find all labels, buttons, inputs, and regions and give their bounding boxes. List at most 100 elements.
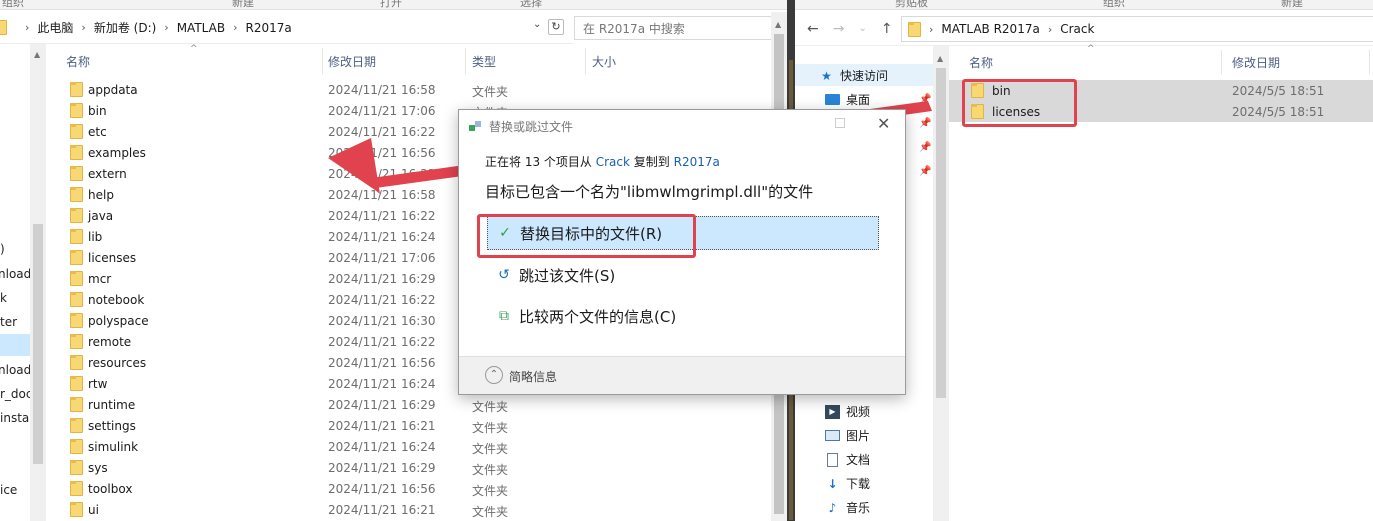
- breadcrumb-r2017a[interactable]: R2017a: [245, 21, 291, 35]
- fewer-details-toggle[interactable]: 简略信息: [509, 368, 557, 385]
- modified-date: 2024/11/21 16:21: [328, 419, 436, 433]
- nav-item-fragment[interactable]: ter: [0, 315, 17, 329]
- left-address-bar[interactable]: › 此电脑 › 新加卷 (D:) › MATLAB › R2017a ⌄ ↻: [0, 12, 574, 44]
- nav-item-label: 视频: [846, 405, 871, 419]
- source-folder-link[interactable]: Crack: [596, 155, 630, 169]
- right-nav-scrollbar[interactable]: ▲: [933, 46, 949, 521]
- address-path[interactable]: › MATLAB R2017a › Crack: [901, 16, 1373, 42]
- close-icon[interactable]: ✕: [877, 114, 890, 133]
- column-divider[interactable]: [322, 48, 323, 74]
- pin-icon[interactable]: 📌: [919, 94, 931, 105]
- column-divider[interactable]: [465, 48, 466, 74]
- chevron-right-icon[interactable]: ›: [929, 23, 933, 36]
- refresh-icon[interactable]: ↻: [548, 19, 564, 35]
- folder-icon: [70, 250, 83, 265]
- file-name: resources: [88, 356, 147, 370]
- nav-item-label: 音乐: [846, 501, 871, 515]
- folder-icon: [70, 166, 83, 181]
- nav-item-music[interactable]: ♪ 音乐: [825, 499, 870, 516]
- column-header-name[interactable]: 名称: [969, 54, 993, 71]
- scroll-up-icon[interactable]: ▲: [34, 50, 40, 59]
- modified-date: 2024/11/21 16:22: [328, 125, 436, 139]
- chevron-down-icon[interactable]: ⌄: [858, 23, 866, 34]
- scrollbar-thumb[interactable]: [936, 68, 946, 398]
- folder-icon: [70, 103, 83, 118]
- chevron-right-icon[interactable]: ›: [1048, 23, 1052, 36]
- table-row[interactable]: appdata 2024/11/21 16:58 文件夹: [46, 79, 772, 100]
- modified-date: 2024/11/21 16:22: [328, 293, 436, 307]
- table-row[interactable]: simulink 2024/11/21 16:24 文件夹: [46, 436, 772, 457]
- chevron-right-icon[interactable]: ›: [81, 21, 85, 34]
- breadcrumb-drive[interactable]: 新加卷 (D:): [94, 19, 156, 36]
- nav-item-fragment[interactable]: instal: [0, 411, 33, 425]
- folder-icon: [70, 334, 83, 349]
- modified-date: 2024/11/21 16:58: [328, 83, 436, 97]
- nav-item-fragment[interactable]: nload: [0, 267, 31, 281]
- column-header-name[interactable]: 名称: [66, 53, 90, 70]
- breadcrumb-this-pc[interactable]: 此电脑: [37, 19, 73, 36]
- column-divider[interactable]: [585, 48, 586, 74]
- column-divider[interactable]: [1221, 50, 1222, 74]
- chevron-down-icon[interactable]: ⌄: [533, 19, 541, 30]
- compare-files-option[interactable]: ⧉ 比较两个文件的信息(C): [487, 299, 879, 333]
- table-row[interactable]: sys 2024/11/21 16:29 文件夹: [46, 457, 772, 478]
- table-row[interactable]: runtime 2024/11/21 16:29 文件夹: [46, 394, 772, 415]
- file-name: settings: [88, 419, 136, 433]
- modified-date: 2024/11/21 17:06: [328, 251, 436, 265]
- modified-date: 2024/11/21 16:24: [328, 230, 436, 244]
- folder-icon: [70, 355, 83, 370]
- nav-item-quick-access[interactable]: ★ 快速访问: [819, 67, 888, 84]
- progress-prefix: 正在将 13 个项目从: [485, 155, 592, 169]
- nav-item-fragment[interactable]: k: [0, 291, 7, 305]
- modified-date: 2024/11/21 17:06: [328, 104, 436, 118]
- search-input[interactable]: 在 R2017a 中搜索: [574, 16, 781, 40]
- nav-item-fragment[interactable]: ice: [0, 483, 17, 497]
- forward-arrow-icon[interactable]: →: [833, 21, 845, 37]
- breadcrumb-crack[interactable]: Crack: [1060, 22, 1094, 36]
- nav-item-videos[interactable]: ▶ 视频: [825, 403, 870, 420]
- breadcrumb-matlab[interactable]: MATLAB: [177, 21, 225, 35]
- scroll-up-icon[interactable]: ▲: [937, 54, 943, 63]
- skip-file-option[interactable]: ↺ 跳过该文件(S): [487, 258, 879, 292]
- column-header-type[interactable]: 类型: [472, 53, 496, 70]
- chevron-right-icon[interactable]: ›: [233, 21, 237, 34]
- up-arrow-icon[interactable]: ↑: [881, 21, 893, 37]
- ribbon-group-label: 组织: [2, 0, 24, 9]
- chevron-up-icon[interactable]: ⌃: [485, 366, 503, 384]
- column-header-date[interactable]: 修改日期: [328, 53, 376, 70]
- nav-item-fragment[interactable]: nload: [0, 363, 31, 377]
- nav-item-downloads[interactable]: ↓ 下载: [825, 475, 870, 492]
- modified-date: 2024/5/5 18:51: [1232, 105, 1325, 119]
- pin-icon[interactable]: 📌: [919, 142, 931, 153]
- file-type: 文件夹: [472, 484, 509, 498]
- modified-date: 2024/11/21 16:29: [328, 398, 436, 412]
- pin-icon[interactable]: 📌: [919, 166, 931, 177]
- table-row[interactable]: settings 2024/11/21 16:21 文件夹: [46, 415, 772, 436]
- chevron-right-icon[interactable]: ›: [164, 21, 168, 34]
- nav-item-desktop[interactable]: 桌面: [825, 91, 870, 108]
- desktop-icon: [825, 94, 840, 105]
- scrollbar-thumb[interactable]: [33, 224, 43, 464]
- nav-item-fragment[interactable]: ): [0, 242, 5, 256]
- minimize-icon[interactable]: [835, 118, 845, 128]
- nav-item-documents[interactable]: 文档: [825, 451, 870, 468]
- folder-icon: [70, 292, 83, 307]
- nav-item-pictures[interactable]: 图片: [825, 427, 870, 444]
- table-row[interactable]: toolbox 2024/11/21 16:56 文件夹: [46, 478, 772, 499]
- nav-item-label: 桌面: [846, 93, 871, 107]
- breadcrumb-matlab-r2017a[interactable]: MATLAB R2017a: [941, 22, 1039, 36]
- folder-icon: [70, 271, 83, 286]
- left-nav-scrollbar[interactable]: ▲: [30, 44, 46, 521]
- nav-item-label: 图片: [846, 429, 871, 443]
- file-name: notebook: [88, 293, 145, 307]
- file-type: 文件夹: [472, 463, 509, 477]
- column-header-size[interactable]: 大小: [592, 53, 616, 70]
- scroll-up-icon[interactable]: ▲: [775, 20, 781, 29]
- pin-icon[interactable]: 📌: [919, 118, 931, 129]
- table-row[interactable]: ui 2024/11/21 16:21 文件夹: [46, 499, 772, 520]
- column-header-date[interactable]: 修改日期: [1232, 54, 1280, 71]
- destination-folder-link[interactable]: R2017a: [674, 155, 720, 169]
- nav-item-fragment[interactable]: r_doc: [0, 387, 33, 401]
- back-arrow-icon[interactable]: ←: [807, 21, 819, 37]
- column-divider[interactable]: [1369, 50, 1370, 74]
